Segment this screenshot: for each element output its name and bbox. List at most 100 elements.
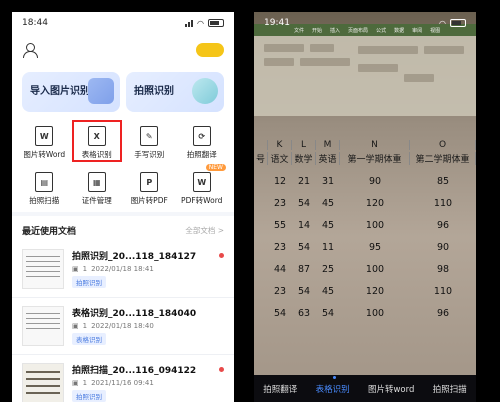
table-cell: 54 — [297, 197, 311, 209]
doc-name: 拍照识别_20...118_184127 — [72, 252, 197, 262]
table-cell: 55 — [273, 219, 287, 231]
table-cell: 45 — [321, 197, 335, 209]
pdf-icon: P — [140, 172, 159, 192]
tool-label: 证件管理 — [81, 196, 112, 205]
list-item[interactable]: 拍照扫描_20...116_094122 ▣ 1 2021/11/16 09:41 … — [12, 355, 234, 402]
doc-tag: 表格识别 — [72, 333, 106, 345]
scan-icon: ▤ — [35, 172, 54, 192]
photo-recognize-label: 拍照识别 — [134, 86, 174, 97]
doc-thumbnail — [22, 306, 64, 346]
tool-label: PDF转Word — [181, 196, 223, 205]
page-icon: ▣ — [72, 322, 79, 330]
status-bar: 19:41 ◠ — [254, 12, 476, 34]
table-row: 23 54 11 95 90 — [254, 236, 476, 258]
excel-icon: X — [87, 126, 106, 146]
col-letter: K — [268, 140, 292, 150]
recent-title: 最近使用文档 — [22, 227, 77, 237]
mode-tab[interactable]: 拍照扫描 — [433, 383, 467, 395]
header-row: 号 语文 数学 英语 第一学期体重 第二学期体重 — [254, 152, 476, 165]
table-cell: 11 — [321, 241, 335, 253]
excel-ribbon: 文件 开始 插入 页面布局 公式 数据 审阅 视图 — [254, 24, 476, 116]
table-cell: 54 — [297, 241, 311, 253]
table-cell: 12 — [273, 175, 287, 187]
table-cell: 45 — [321, 285, 335, 297]
header-cell: 第二学期体重 — [410, 152, 476, 165]
status-time: 19:41 — [264, 18, 290, 28]
doc-date: 2022/01/18 18:41 — [91, 265, 154, 273]
mode-tab[interactable]: 拍照翻译 — [263, 383, 297, 395]
tool-id-manage[interactable]: ▦ 证件管理 — [71, 168, 124, 206]
col-letter: M — [316, 140, 340, 150]
table-cell: 14 — [297, 219, 311, 231]
table-cell: 23 — [273, 241, 287, 253]
table-cell: 87 — [297, 263, 311, 275]
status-bar: 18:44 ◠ — [12, 12, 234, 34]
tool-label: 拍照翻译 — [186, 150, 217, 159]
import-image-label: 导入图片识别 — [30, 86, 90, 97]
table-cell: 54 — [321, 307, 335, 319]
table-cell: 44 — [273, 263, 287, 275]
tool-label: 手写识别 — [134, 150, 165, 159]
tool-photo-translate[interactable]: ⟳ 拍照翻译 — [176, 122, 229, 160]
all-docs-link[interactable]: 全部文档 > — [185, 225, 224, 236]
table-cell: 100 — [365, 263, 385, 275]
table-cell: 23 — [273, 285, 287, 297]
signal-icon — [185, 19, 194, 27]
tool-label: 图片转PDF — [130, 196, 168, 205]
wifi-icon: ◠ — [439, 18, 446, 28]
new-badge: NEW — [205, 164, 226, 171]
doc-count: 1 — [82, 265, 88, 273]
spreadsheet-data: 12 21 31 90 85 23 54 45 120 110 55 14 45 100 96 23 54 11 9… — [254, 170, 476, 324]
table-cell: 54 — [273, 307, 287, 319]
table-cell: 100 — [365, 219, 385, 231]
header-cell: 第一学期体重 — [340, 152, 410, 165]
import-image-card[interactable]: 导入图片识别 — [22, 72, 120, 112]
tool-image-to-pdf[interactable]: P 图片转PDF — [123, 168, 176, 206]
table-row: 55 14 45 100 96 — [254, 214, 476, 236]
profile-icon[interactable] — [22, 42, 38, 58]
table-cell: 63 — [297, 307, 311, 319]
list-item[interactable]: 拍照识别_20...118_184127 ▣ 1 2022/01/18 18:41 … — [12, 241, 234, 298]
mode-tab[interactable]: 表格识别 — [316, 375, 350, 395]
table-cell: 21 — [297, 175, 311, 187]
mode-tab[interactable]: 图片转word — [368, 383, 414, 395]
table-cell: 85 — [436, 175, 450, 187]
recent-header: 最近使用文档 全部文档 > — [12, 216, 234, 241]
id-card-icon: ▦ — [87, 172, 106, 192]
doc-date: 2022/01/18 18:40 — [91, 322, 154, 330]
tool-label: 表格识别 — [81, 150, 112, 159]
pen-icon: ✎ — [140, 126, 159, 146]
table-row: 23 54 45 120 110 — [254, 280, 476, 302]
table-row: 23 54 45 120 110 — [254, 192, 476, 214]
tool-pdf-to-word[interactable]: NEW W PDF转Word — [176, 164, 229, 206]
list-item[interactable]: 表格识别_20...118_184040 ▣ 1 2022/01/18 18:40 … — [12, 298, 234, 355]
mode-nav: 拍照翻译 表格识别 图片转word 拍照扫描 — [254, 375, 476, 402]
page-icon: ▣ — [72, 265, 79, 273]
vip-toggle[interactable] — [196, 43, 224, 57]
table-cell: 96 — [436, 307, 450, 319]
app-home-screen: 18:44 ◠ 导入图片识别 拍照识别 W 图片转Word X 表格识别 ✎ 手… — [12, 12, 234, 402]
header-cell: 号 — [254, 152, 268, 165]
table-cell: 45 — [321, 219, 335, 231]
tool-image-to-word[interactable]: W 图片转Word — [18, 122, 71, 160]
table-row: 12 21 31 90 85 — [254, 170, 476, 192]
table-row: 44 87 25 100 98 — [254, 258, 476, 280]
photo-recognize-card[interactable]: 拍照识别 — [126, 72, 224, 112]
word-icon: W — [192, 172, 211, 192]
table-row: 54 63 54 100 96 — [254, 302, 476, 324]
battery-icon — [450, 19, 466, 27]
table-cell: 110 — [433, 285, 453, 297]
table-cell: 98 — [436, 263, 450, 275]
unread-dot — [219, 367, 224, 372]
doc-thumbnail — [22, 363, 64, 402]
tool-table-recognize[interactable]: X 表格识别 — [71, 120, 122, 162]
table-cell: 100 — [365, 307, 385, 319]
col-letter: O — [410, 140, 476, 150]
page-icon: ▣ — [72, 379, 79, 387]
tool-handwriting[interactable]: ✎ 手写识别 — [123, 122, 176, 160]
tool-grid: W 图片转Word X 表格识别 ✎ 手写识别 ⟳ 拍照翻译 ▤ 拍照扫描 ▦ 证件管理 P… — [12, 118, 234, 212]
doc-tag: 拍照识别 — [72, 390, 106, 402]
table-cell: 120 — [365, 285, 385, 297]
tool-photo-scan[interactable]: ▤ 拍照扫描 — [18, 168, 71, 206]
table-cell: 90 — [436, 241, 450, 253]
